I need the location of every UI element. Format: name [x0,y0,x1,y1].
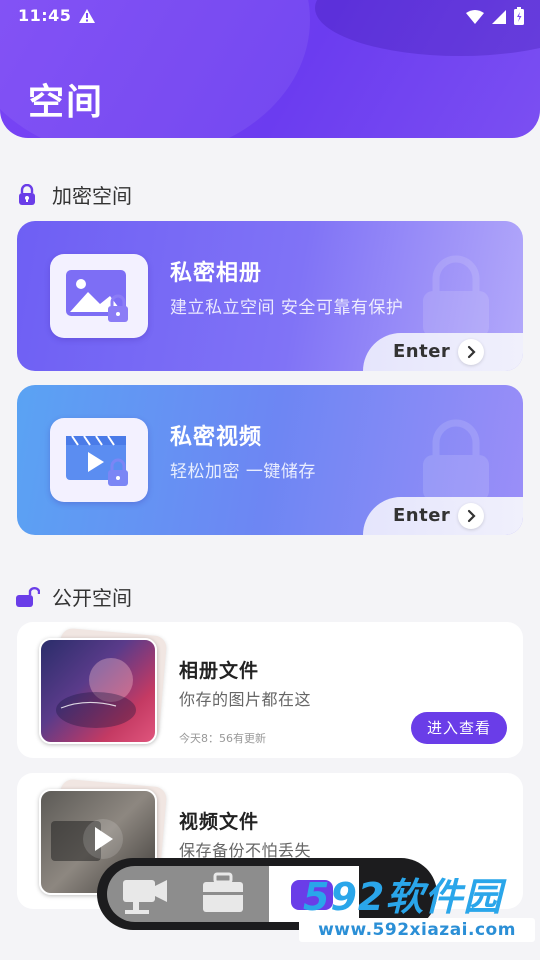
status-bar: 11:45 [0,0,540,32]
private-video-card[interactable]: 私密视频 轻松加密 一键储存 Enter [17,385,523,535]
private-album-card[interactable]: 私密相册 建立私立空间 安全可靠有保护 Enter [17,221,523,371]
briefcase-icon[interactable] [197,868,251,918]
warning-icon [78,8,96,28]
card-title: 私密视频 [170,425,263,450]
update-timestamp: 今天8：56有更新 [179,732,266,745]
section-label: 公开空间 [52,586,132,610]
watermark-url: www.592xiazai.com [299,918,535,942]
status-icons [466,7,524,29]
page-title: 空间 [28,82,105,123]
video-lock-icon [50,418,148,502]
section-title-public: 公开空间 [16,582,132,611]
album-cover-image [39,638,157,744]
camera-icon[interactable] [117,868,171,918]
section-title-private: 加密空间 [16,180,132,209]
card-subtitle: 轻松加密 一键储存 [170,462,316,482]
wifi-icon [466,9,484,28]
lock-watermark-icon [423,419,489,501]
battery-icon [514,7,524,29]
image-lock-icon [50,254,148,338]
enter-label: Enter [393,341,451,362]
enter-button[interactable]: Enter [363,333,523,371]
chevron-right-icon [458,339,484,365]
card-title: 视频文件 [179,811,260,833]
card-subtitle: 你存的图片都在这 [179,690,312,709]
card-subtitle: 建立私立空间 安全可靠有保护 [170,298,404,318]
public-album-card[interactable]: 相册文件 你存的图片都在这 今天8：56有更新 进入查看 [17,622,523,758]
unlock-icon [16,586,41,608]
enter-label: Enter [393,505,451,526]
card-title: 私密相册 [170,261,263,286]
enter-button[interactable]: Enter [363,497,523,535]
section-label: 加密空间 [52,184,132,208]
watermark: 592软件园 www.592xiazai.com [299,866,540,946]
status-time: 11:45 [18,6,72,25]
chevron-right-icon [458,503,484,529]
watermark-title: 592软件园 [303,875,503,919]
view-button[interactable]: 进入查看 [411,712,507,744]
header: 11:45 空间 [0,0,540,138]
card-title: 相册文件 [179,660,260,682]
lock-icon [16,183,38,206]
lock-watermark-icon [423,255,489,337]
signal-icon [492,9,506,28]
